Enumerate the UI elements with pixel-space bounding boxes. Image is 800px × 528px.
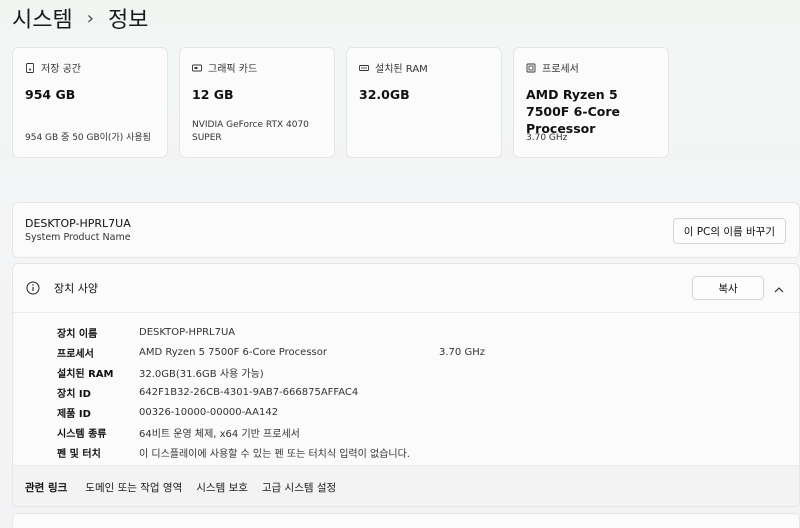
- storage-card[interactable]: 저장 공간 954 GB 954 GB 중 50 GB이(가) 사용됨: [12, 47, 168, 158]
- spec-row: 프로세서 AMD Ryzen 5 7500F 6-Core Processor …: [57, 342, 799, 362]
- ram-card-value: 32.0GB: [359, 87, 410, 102]
- spec-row: 시스템 종류 64비트 운영 체제, x64 기반 프로세서: [57, 422, 799, 442]
- processor-card[interactable]: 프로세서 AMD Ryzen 5 7500F 6-Core Processor …: [513, 47, 669, 158]
- copy-button[interactable]: 복사: [692, 276, 764, 300]
- spec-key: 장치 ID: [57, 388, 91, 400]
- graphics-card-label: 그래픽 카드: [208, 64, 258, 75]
- breadcrumb-separator-icon: ›: [86, 7, 94, 29]
- graphics-card[interactable]: 그래픽 카드 12 GB NVIDIA GeForce RTX 4070 SUP…: [179, 47, 335, 158]
- processor-card-label: 프로세서: [542, 64, 579, 75]
- processor-card-sub: 3.70 GHz: [526, 133, 568, 143]
- page-title: 정보: [107, 8, 149, 33]
- system-protection-link[interactable]: 시스템 보호: [196, 480, 248, 495]
- spec-value: DESKTOP-HPRL7UA: [139, 326, 236, 338]
- spec-row: 펜 및 터치 이 디스플레이에 사용할 수 있는 펜 또는 터치식 입력이 없습…: [57, 442, 799, 462]
- spec-value: 이 디스플레이에 사용할 수 있는 펜 또는 터치식 입력이 없습니다.: [139, 448, 410, 460]
- storage-card-sub: 954 GB 중 50 GB이(가) 사용됨: [25, 133, 151, 143]
- spec-value: AMD Ryzen 5 7500F 6-Core Processor: [139, 346, 327, 358]
- spec-extra: 3.70 GHz: [439, 346, 485, 358]
- related-links-bar: 관련 링크 도메인 또는 작업 영역 시스템 보호 고급 시스템 설정: [13, 465, 799, 506]
- spec-key: 장치 이름: [57, 328, 98, 340]
- info-icon: [26, 281, 40, 295]
- spec-value: 32.0GB(31.6GB 사용 가능): [139, 368, 264, 380]
- device-specifications-header[interactable]: 장치 사양 복사: [13, 264, 799, 313]
- breadcrumb: 시스템 › 정보: [12, 2, 148, 34]
- spec-row: 장치 ID 642F1B32-26CB-4301-9AB7-666875AFFA…: [57, 382, 799, 402]
- domain-or-workgroup-link[interactable]: 도메인 또는 작업 영역: [85, 480, 182, 495]
- ram-icon: [359, 63, 369, 73]
- spec-row: 장치 이름 DESKTOP-HPRL7UA: [57, 322, 799, 342]
- breadcrumb-parent[interactable]: 시스템: [12, 2, 73, 34]
- device-specifications-panel: 장치 사양 복사 장치 이름 DESKTOP-HPRL7UA 프로세서 AMD …: [12, 263, 800, 507]
- graphics-card-value: 12 GB: [192, 87, 234, 102]
- spec-key: 설치된 RAM: [57, 368, 114, 380]
- next-section-card: [12, 513, 800, 528]
- graphics-card-sub: NVIDIA GeForce RTX 4070 SUPER: [192, 120, 309, 143]
- spec-row: 설치된 RAM 32.0GB(31.6GB 사용 가능): [57, 362, 799, 382]
- processor-card-value: AMD Ryzen 5 7500F 6-Core Processor: [526, 87, 620, 136]
- spec-key: 프로세서: [57, 348, 94, 360]
- device-specifications-title: 장치 사양: [54, 282, 98, 295]
- spec-key: 제품 ID: [57, 408, 91, 420]
- summary-cards: 저장 공간 954 GB 954 GB 중 50 GB이(가) 사용됨 그래픽 …: [12, 47, 669, 158]
- spec-key: 시스템 종류: [57, 428, 107, 440]
- related-links-label: 관련 링크: [25, 481, 68, 494]
- spec-value: 00326-10000-00000-AA142: [139, 406, 279, 418]
- storage-icon: [25, 62, 35, 73]
- graphics-card-icon: [192, 63, 202, 73]
- spec-row: 제품 ID 00326-10000-00000-AA142: [57, 402, 799, 422]
- ram-card-label: 설치된 RAM: [375, 64, 428, 75]
- rename-pc-button[interactable]: 이 PC의 이름 바꾸기: [672, 218, 786, 244]
- spec-value: 642F1B32-26CB-4301-9AB7-666875AFFAC4: [139, 386, 359, 398]
- spec-key: 펜 및 터치: [57, 448, 101, 460]
- storage-card-label: 저장 공간: [41, 64, 81, 75]
- ram-card[interactable]: 설치된 RAM 32.0GB: [346, 47, 502, 158]
- advanced-system-settings-link[interactable]: 고급 시스템 설정: [262, 480, 336, 495]
- processor-icon: [526, 63, 536, 73]
- device-name-panel: DESKTOP-HPRL7UA System Product Name 이 PC…: [12, 202, 800, 258]
- chevron-up-icon[interactable]: [773, 281, 785, 293]
- spec-table: 장치 이름 DESKTOP-HPRL7UA 프로세서 AMD Ryzen 5 7…: [13, 313, 799, 462]
- storage-card-value: 954 GB: [25, 87, 76, 102]
- spec-value: 64비트 운영 체제, x64 기반 프로세서: [139, 428, 300, 440]
